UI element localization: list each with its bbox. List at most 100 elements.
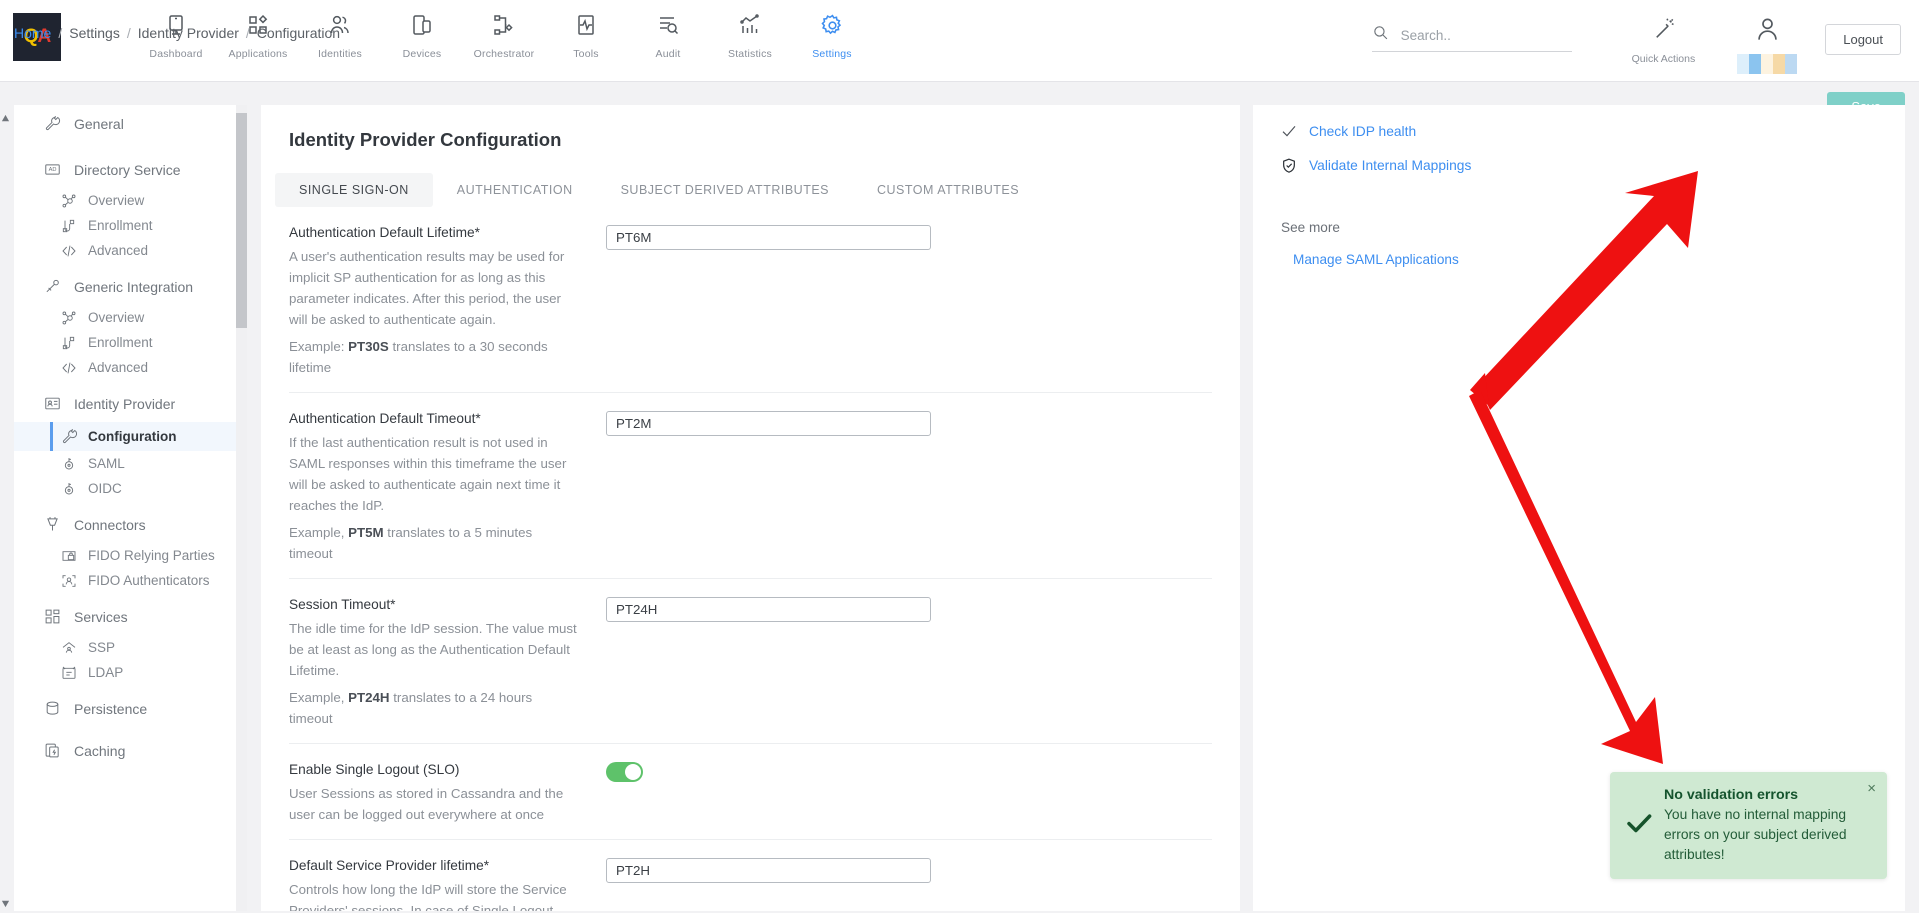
sidebar-group-services[interactable]: Services <box>14 598 247 635</box>
authentication-default-lifetime-input[interactable] <box>606 225 931 250</box>
breadcrumb-item-home[interactable]: Home <box>14 25 51 41</box>
search-box[interactable] <box>1372 24 1572 52</box>
sidebar-item-enrollment[interactable]: Enrollment <box>14 213 247 238</box>
manage-saml-applications-link[interactable]: Manage SAML Applications <box>1293 252 1905 267</box>
authentication-default-timeout-input[interactable] <box>606 411 931 436</box>
nav-item-settings[interactable]: Settings <box>791 0 873 60</box>
sidebar-group-persistence[interactable]: Persistence <box>14 690 247 727</box>
enable-single-logout-slo-toggle[interactable] <box>606 762 643 782</box>
field-label: Enable Single Logout (SLO) <box>289 762 579 777</box>
sidebar-scrollbar-thumb[interactable] <box>236 113 247 328</box>
tab-single-sign-on[interactable]: SINGLE SIGN-ON <box>275 173 433 207</box>
sidebar-group-directory-service[interactable]: ADDirectory Service <box>14 151 247 188</box>
fido-authenticator-icon <box>61 573 85 589</box>
sidebar-label: Persistence <box>74 701 147 717</box>
sidebar-item-advanced[interactable]: Advanced <box>14 355 247 380</box>
field-description-block: Authentication Default Timeout*If the la… <box>289 411 579 564</box>
field-description-block: Default Service Provider lifetime*Contro… <box>289 858 579 911</box>
database-icon <box>44 700 70 717</box>
toast-notification: No validation errors You have no interna… <box>1610 772 1887 879</box>
logout-button[interactable]: Logout <box>1825 24 1901 55</box>
sidebar-group-connectors[interactable]: Connectors <box>14 506 247 543</box>
sidebar-item-saml[interactable]: SAML <box>14 451 247 476</box>
code-icon <box>61 360 85 376</box>
sidebar-label: Enrollment <box>88 335 153 350</box>
enrollment-icon <box>61 218 85 234</box>
search-input[interactable] <box>1401 28 1551 43</box>
check-idp-health-link[interactable]: Check IDP health <box>1281 119 1905 139</box>
check-icon <box>1281 123 1307 139</box>
field-example: Example, PT24H translates to a 24 hours … <box>289 687 579 729</box>
sidebar-scrollbar[interactable] <box>236 105 247 911</box>
field-control-block <box>579 597 1212 622</box>
breadcrumb-item-identity-provider[interactable]: Identity Provider <box>138 25 239 41</box>
nav-item-orchestrator[interactable]: Orchestrator <box>463 0 545 60</box>
field-label: Authentication Default Timeout* <box>289 411 579 426</box>
sidebar-label: Overview <box>88 193 144 208</box>
gear-icon <box>820 10 845 40</box>
nav-label: Orchestrator <box>474 48 535 60</box>
services-grid-icon <box>44 608 70 625</box>
breadcrumb-item-settings[interactable]: Settings <box>69 25 120 41</box>
sidebar-spacer <box>14 142 247 151</box>
tab-subject-derived-attributes[interactable]: SUBJECT DERIVED ATTRIBUTES <box>597 173 853 207</box>
field-description: User Sessions as stored in Cassandra and… <box>289 783 579 825</box>
session-timeout-input[interactable] <box>606 597 931 622</box>
link-label: Validate Internal Mappings <box>1309 158 1471 173</box>
sidebar-item-overview[interactable]: Overview <box>14 305 247 330</box>
sidebar-label: Directory Service <box>74 162 181 178</box>
field-control-block <box>579 762 1212 782</box>
sidebar-group-identity-provider[interactable]: Identity Provider <box>14 385 247 422</box>
sidebar-item-advanced[interactable]: Advanced <box>14 238 247 263</box>
nav-item-statistics[interactable]: Statistics <box>709 0 791 60</box>
sidebar-item-ldap[interactable]: LDAP <box>14 660 247 685</box>
sidebar-item-configuration[interactable]: Configuration <box>14 422 247 451</box>
example-prefix: Example: <box>289 339 348 354</box>
nav-label: Tools <box>573 48 599 60</box>
avatar[interactable] <box>1737 16 1797 74</box>
tab-authentication[interactable]: AUTHENTICATION <box>433 173 597 207</box>
sidebar-group-generic-integration[interactable]: Generic Integration <box>14 268 247 305</box>
scroll-down-arrow-icon[interactable] <box>1 895 10 904</box>
sidebar-label: Enrollment <box>88 218 153 233</box>
sidebar-group-general[interactable]: General <box>14 105 247 142</box>
sidebar-label: Configuration <box>88 429 176 444</box>
validate-internal-mappings-link[interactable]: Validate Internal Mappings <box>1281 153 1905 174</box>
close-icon[interactable]: × <box>1867 780 1876 797</box>
see-more-label: See more <box>1281 220 1905 235</box>
sidebar-label: Identity Provider <box>74 396 175 412</box>
sidebar-label: Advanced <box>88 243 148 258</box>
sidebar-label: Services <box>74 609 128 625</box>
sidebar-item-ssp[interactable]: SSP <box>14 635 247 660</box>
example-prefix: Example, <box>289 690 348 705</box>
breadcrumb-item-configuration: Configuration <box>257 25 340 41</box>
shield-check-icon <box>1281 157 1307 174</box>
breadcrumb-separator: / <box>58 25 62 41</box>
nav-item-audit[interactable]: Audit <box>627 0 709 60</box>
nav-label: Dashboard <box>149 48 202 60</box>
sidebar-item-overview[interactable]: Overview <box>14 188 247 213</box>
toast-body: You have no internal mapping errors on y… <box>1664 805 1873 865</box>
sidebar-item-fido-relying-parties[interactable]: FIDO Relying Parties <box>14 543 247 568</box>
sidebar-group-caching[interactable]: Caching <box>14 732 247 769</box>
tab-custom-attributes[interactable]: CUSTOM ATTRIBUTES <box>853 173 1043 207</box>
example-prefix: Example, <box>289 525 348 540</box>
sidebar-item-fido-authenticators[interactable]: FIDO Authenticators <box>14 568 247 593</box>
nav-label: Identities <box>318 48 362 60</box>
field-label: Default Service Provider lifetime* <box>289 858 579 873</box>
nav-item-devices[interactable]: Devices <box>381 0 463 60</box>
default-service-provider-lifetime-input[interactable] <box>606 858 931 883</box>
field-row-authentication-default-timeout: Authentication Default Timeout*If the la… <box>289 393 1212 579</box>
scroll-up-arrow-icon[interactable] <box>1 110 10 119</box>
sidebar-label: Overview <box>88 310 144 325</box>
field-example: Example, PT5M translates to a 5 minutes … <box>289 522 579 564</box>
sidebar-label: Connectors <box>74 517 146 533</box>
sidebar-item-enrollment[interactable]: Enrollment <box>14 330 247 355</box>
nav-label: Applications <box>228 48 287 60</box>
quick-actions-button[interactable]: Quick Actions <box>1632 16 1696 65</box>
tab-bar: SINGLE SIGN-ONAUTHENTICATIONSUBJECT DERI… <box>275 173 1240 207</box>
sidebar-item-oidc[interactable]: OIDC <box>14 476 247 501</box>
breadcrumb-separator: / <box>246 25 250 41</box>
sidebar-label: SSP <box>88 640 115 655</box>
nav-item-tools[interactable]: Tools <box>545 0 627 60</box>
